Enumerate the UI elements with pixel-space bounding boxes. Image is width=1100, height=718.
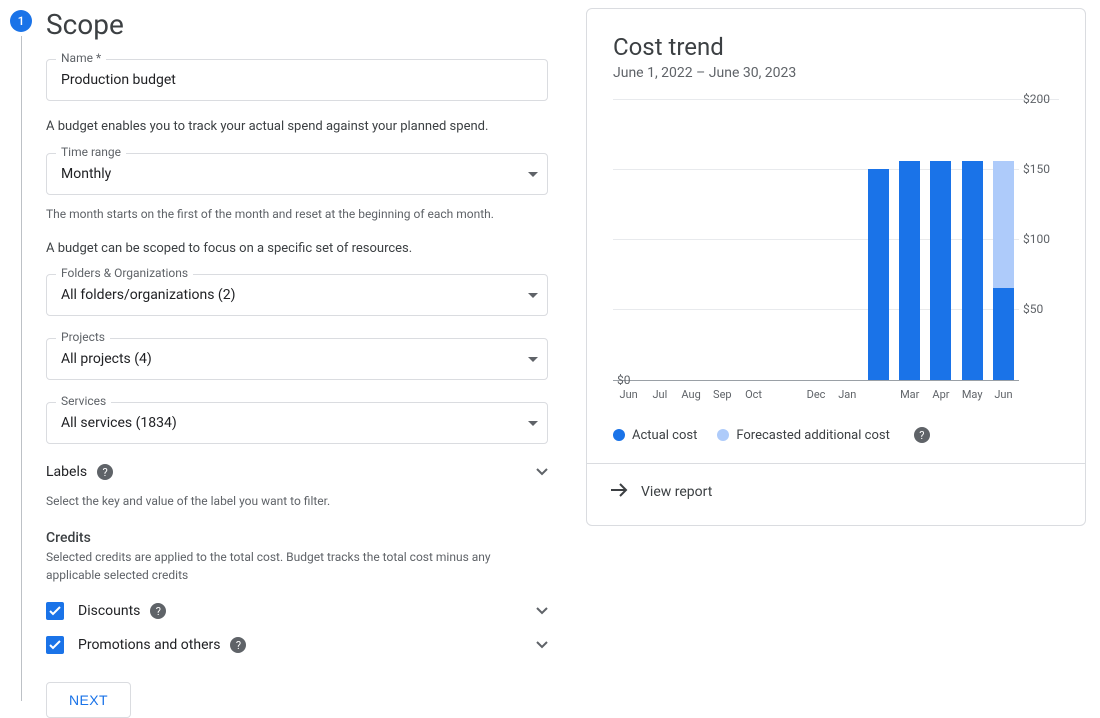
x-tick: Mar xyxy=(894,388,925,401)
bar-slot xyxy=(832,100,863,380)
name-helper: A budget enables you to track your actua… xyxy=(46,117,548,137)
services-label: Services xyxy=(56,394,111,408)
bar-forecast-segment xyxy=(993,161,1014,288)
chevron-down-icon[interactable] xyxy=(536,603,548,619)
bar-slot xyxy=(800,100,831,380)
x-tick: Sep xyxy=(707,388,738,401)
bar xyxy=(993,161,1014,380)
bar-slot xyxy=(769,100,800,380)
x-tick: Oct xyxy=(738,388,769,401)
time-range-field[interactable]: Time range Monthly xyxy=(46,153,548,195)
x-tick xyxy=(863,388,894,401)
x-tick: Apr xyxy=(925,388,956,401)
projects-label: Projects xyxy=(56,330,110,344)
projects-value: All projects (4) xyxy=(46,338,548,380)
x-axis-labels: JunJulAugSepOctDecJanMarAprMayJun xyxy=(613,388,1019,401)
stepper-rail: 1 xyxy=(8,8,34,701)
bar-slot xyxy=(675,100,706,380)
folders-label: Folders & Organizations xyxy=(56,266,193,280)
bar xyxy=(899,161,920,380)
view-report-link[interactable]: View report xyxy=(587,463,1085,520)
time-range-value: Monthly xyxy=(46,153,548,195)
promotions-checkbox[interactable] xyxy=(46,636,64,654)
bar-slot xyxy=(988,100,1019,380)
x-tick: May xyxy=(957,388,988,401)
help-icon[interactable]: ? xyxy=(97,464,113,480)
x-tick: Aug xyxy=(675,388,706,401)
bar-actual-segment xyxy=(899,161,920,380)
bar-actual-segment xyxy=(993,288,1014,380)
bar-slot xyxy=(644,100,675,380)
scope-form-panel: 1 Scope Name * A budget enables you to t… xyxy=(8,8,568,701)
y-tick: $50 xyxy=(1023,302,1059,316)
time-range-label: Time range xyxy=(56,145,126,159)
folders-value: All folders/organizations (2) xyxy=(46,274,548,316)
form-area: Scope Name * A budget enables you to tra… xyxy=(34,8,548,701)
y-tick: $200 xyxy=(1023,92,1059,106)
bar-slot xyxy=(613,100,644,380)
services-field[interactable]: Services All services (1834) xyxy=(46,402,548,444)
x-tick xyxy=(769,388,800,401)
help-icon[interactable]: ? xyxy=(914,427,930,443)
chart-legend: Actual cost Forecasted additional cost ? xyxy=(613,427,1059,443)
name-field: Name * xyxy=(46,59,548,101)
legend-dot-icon xyxy=(613,429,625,441)
x-tick: Jun xyxy=(613,388,644,401)
name-input[interactable] xyxy=(46,59,548,101)
folders-field[interactable]: Folders & Organizations All folders/orga… xyxy=(46,274,548,316)
cost-trend-card: Cost trend June 1, 2022 – June 30, 2023 … xyxy=(586,8,1086,526)
next-button[interactable]: NEXT xyxy=(46,682,131,718)
help-icon[interactable]: ? xyxy=(230,637,246,653)
bar-actual-segment xyxy=(868,169,889,381)
bar-slot xyxy=(863,100,894,380)
time-range-helper: The month starts on the first of the mon… xyxy=(46,205,548,223)
chart-area: $200 $150 $100 $50 $0 JunJulAugSepOctDec… xyxy=(613,99,1059,399)
chart-title: Cost trend xyxy=(613,33,1059,61)
discounts-checkbox[interactable] xyxy=(46,602,64,620)
labels-label: Labels xyxy=(46,464,87,480)
bar xyxy=(868,169,889,381)
labels-helper: Select the key and value of the label yo… xyxy=(46,492,548,510)
x-tick: Jan xyxy=(832,388,863,401)
bar-actual-segment xyxy=(930,161,951,380)
y-tick: $100 xyxy=(1023,232,1059,246)
x-tick: Jul xyxy=(644,388,675,401)
chart-subtitle: June 1, 2022 – June 30, 2023 xyxy=(613,65,1059,81)
bar-slot xyxy=(894,100,925,380)
legend-dot-icon xyxy=(717,429,729,441)
stepper-line xyxy=(21,36,22,701)
help-icon[interactable]: ? xyxy=(150,603,166,619)
discounts-label: Discounts xyxy=(78,603,140,619)
x-tick: Jun xyxy=(988,388,1019,401)
view-report-label: View report xyxy=(641,484,712,500)
chart-plot: $200 $150 $100 $50 $0 xyxy=(613,100,1019,381)
bar-slot xyxy=(925,100,956,380)
name-label: Name * xyxy=(56,51,106,65)
credits-desc: Selected credits are applied to the tota… xyxy=(46,548,548,584)
step-number-badge: 1 xyxy=(10,10,32,32)
legend-actual: Actual cost xyxy=(613,428,697,443)
projects-field[interactable]: Projects All projects (4) xyxy=(46,338,548,380)
bar-slot xyxy=(707,100,738,380)
bar xyxy=(962,161,983,380)
discounts-row: Discounts ? xyxy=(46,594,548,628)
labels-section[interactable]: Labels ? xyxy=(46,458,548,486)
scope-title: Scope xyxy=(46,8,548,41)
y-tick: $150 xyxy=(1023,162,1059,176)
x-tick: Dec xyxy=(800,388,831,401)
arrow-right-icon xyxy=(609,480,629,504)
scope-helper: A budget can be scoped to focus on a spe… xyxy=(46,239,548,259)
bar-actual-segment xyxy=(962,161,983,380)
promotions-row: Promotions and others ? xyxy=(46,628,548,662)
chevron-down-icon[interactable] xyxy=(536,464,548,480)
legend-forecast: Forecasted additional cost xyxy=(717,428,889,443)
bars-container xyxy=(613,100,1019,380)
credits-title: Credits xyxy=(46,530,548,546)
bar xyxy=(930,161,951,380)
promotions-label: Promotions and others xyxy=(78,637,220,653)
services-value: All services (1834) xyxy=(46,402,548,444)
chevron-down-icon[interactable] xyxy=(536,637,548,653)
bar-slot xyxy=(957,100,988,380)
bar-slot xyxy=(738,100,769,380)
